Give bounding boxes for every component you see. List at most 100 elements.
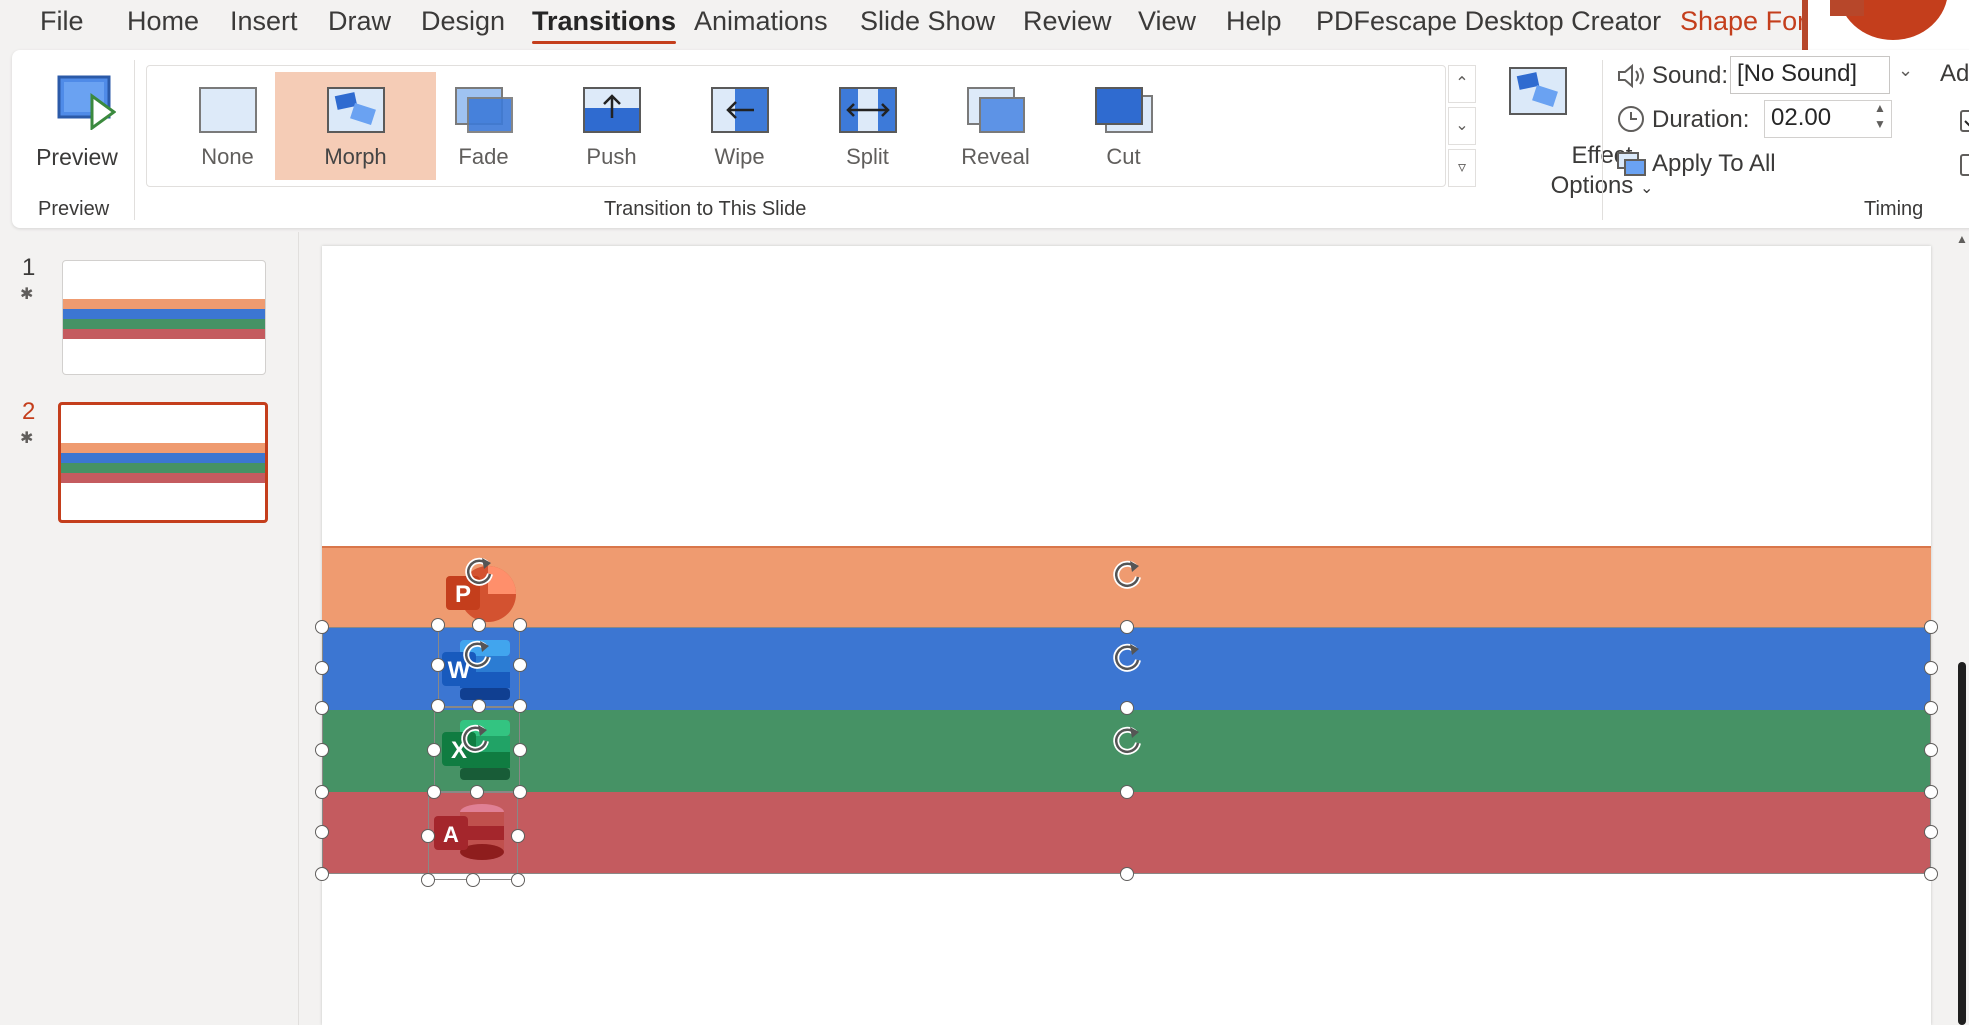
resize-handle[interactable] <box>1120 785 1134 799</box>
preview-icon <box>57 75 116 130</box>
slide-thumbnail-1[interactable] <box>62 260 266 375</box>
clock-icon <box>1618 106 1644 132</box>
sound-label: Sound: <box>1652 62 1729 89</box>
rotate-handle-icon[interactable] <box>462 554 496 588</box>
resize-handle[interactable] <box>421 873 435 887</box>
effect-options-icon <box>1509 67 1567 115</box>
none-transition-icon <box>198 87 257 133</box>
resize-handle[interactable] <box>513 785 527 799</box>
resize-handle[interactable] <box>1924 867 1938 881</box>
resize-handle[interactable] <box>1924 661 1938 675</box>
menu-home[interactable]: Home <box>127 6 199 37</box>
advance-after-checkbox[interactable] <box>1960 154 1969 176</box>
slide-number-2: 2 <box>22 398 36 425</box>
resize-handle[interactable] <box>315 661 329 675</box>
menu-review[interactable]: Review <box>1023 6 1112 37</box>
access-icon-selection <box>428 792 518 880</box>
resize-handle[interactable] <box>511 873 525 887</box>
menu-pdfescape[interactable]: PDFescape Desktop Creator <box>1316 6 1661 37</box>
sound-icon <box>1618 63 1644 89</box>
advance-label: Ad <box>1940 60 1969 87</box>
wipe-transition-icon <box>710 87 769 133</box>
advance-on-click-checkbox[interactable] <box>1960 110 1969 132</box>
resize-handle[interactable] <box>315 867 329 881</box>
resize-handle[interactable] <box>513 618 527 632</box>
slide-thumbnail-panel: 1 ✱ 2 ✱ <box>0 232 298 1025</box>
scroll-up-icon[interactable]: ▲ <box>1956 232 1968 246</box>
resize-handle[interactable] <box>431 658 445 672</box>
reveal-transition-icon <box>966 87 1025 133</box>
transition-group-label: Transition to This Slide <box>604 198 807 220</box>
morph-transition-icon <box>326 87 385 133</box>
resize-handle[interactable] <box>1924 743 1938 757</box>
preview-button[interactable]: Preview <box>22 64 132 174</box>
menu-slide-show[interactable]: Slide Show <box>860 6 995 37</box>
resize-handle[interactable] <box>511 829 525 843</box>
push-transition-icon <box>582 87 641 133</box>
menu-file[interactable]: File <box>40 6 84 37</box>
resize-handle[interactable] <box>421 829 435 843</box>
scrollbar-thumb[interactable] <box>1958 662 1966 1025</box>
resize-handle[interactable] <box>470 785 484 799</box>
resize-handle[interactable] <box>1924 785 1938 799</box>
rotate-handle-icon[interactable] <box>458 721 492 755</box>
checkmark-icon <box>1964 120 1969 127</box>
resize-handle[interactable] <box>1120 701 1134 715</box>
duration-input[interactable]: 02.00 <box>1764 100 1892 138</box>
resize-handle[interactable] <box>513 743 527 757</box>
preview-label: Preview <box>36 144 118 170</box>
rotate-handle-icon[interactable] <box>460 637 494 671</box>
animation-star-icon: ✱ <box>20 286 34 303</box>
menu-draw[interactable]: Draw <box>328 6 391 37</box>
preview-group-label: Preview <box>38 198 110 220</box>
menu-shape-format[interactable]: Shape For <box>1680 6 1806 37</box>
menu-design[interactable]: Design <box>421 6 505 37</box>
resize-handle[interactable] <box>472 699 486 713</box>
menu-animations[interactable]: Animations <box>694 6 828 37</box>
resize-handle[interactable] <box>1924 620 1938 634</box>
timing-group-label: Timing <box>1864 198 1924 220</box>
resize-handle[interactable] <box>513 658 527 672</box>
effect-options-button[interactable]: Effect Options ⌄ <box>1472 62 1653 199</box>
resize-handle[interactable] <box>513 699 527 713</box>
fade-transition-icon <box>454 87 513 133</box>
transition-gallery: None Morph Fade Push Wipe Split Reveal C… <box>146 65 1446 187</box>
apply-to-all-icon <box>1617 152 1646 176</box>
rotate-handle-icon[interactable] <box>1110 640 1144 674</box>
sound-dropdown[interactable]: [No Sound] <box>1730 56 1890 94</box>
resize-handle[interactable] <box>427 785 441 799</box>
resize-handle[interactable] <box>431 618 445 632</box>
resize-handle[interactable] <box>427 743 441 757</box>
menu-transitions[interactable]: Transitions <box>532 6 677 44</box>
menu-bar: File Home Insert Draw Design Transitions… <box>0 0 1969 46</box>
resize-handle[interactable] <box>466 873 480 887</box>
duration-spinner-icon[interactable]: ▲ ▼ <box>1874 100 1886 132</box>
resize-handle[interactable] <box>315 743 329 757</box>
transition-cut[interactable]: Cut <box>1043 72 1204 180</box>
resize-handle[interactable] <box>1924 701 1938 715</box>
duration-label: Duration: <box>1652 106 1750 133</box>
slide-thumbnail-2[interactable] <box>58 402 268 523</box>
cut-transition-icon <box>1094 87 1153 133</box>
rotate-handle-icon[interactable] <box>1110 557 1144 591</box>
resize-handle[interactable] <box>315 785 329 799</box>
resize-handle[interactable] <box>472 618 486 632</box>
resize-handle[interactable] <box>1120 620 1134 634</box>
split-transition-icon <box>838 87 897 133</box>
menu-view[interactable]: View <box>1138 6 1196 37</box>
resize-handle[interactable] <box>315 620 329 634</box>
resize-handle[interactable] <box>315 701 329 715</box>
resize-handle[interactable] <box>431 699 445 713</box>
resize-handle[interactable] <box>315 825 329 839</box>
menu-help[interactable]: Help <box>1226 6 1282 37</box>
chevron-down-icon: ⌄ <box>1639 180 1654 197</box>
animation-star-icon: ✱ <box>20 430 34 447</box>
rotate-handle-icon[interactable] <box>1110 723 1144 757</box>
ribbon: Preview Preview None Morph Fade Push Wip… <box>12 50 1969 228</box>
sound-dropdown-chevron-icon[interactable]: ⌄ <box>1898 60 1913 81</box>
slide-number-1: 1 <box>22 254 36 281</box>
menu-insert[interactable]: Insert <box>230 6 298 37</box>
resize-handle[interactable] <box>1924 825 1938 839</box>
vertical-scrollbar[interactable]: ▲ <box>1954 232 1969 1025</box>
resize-handle[interactable] <box>1120 867 1134 881</box>
